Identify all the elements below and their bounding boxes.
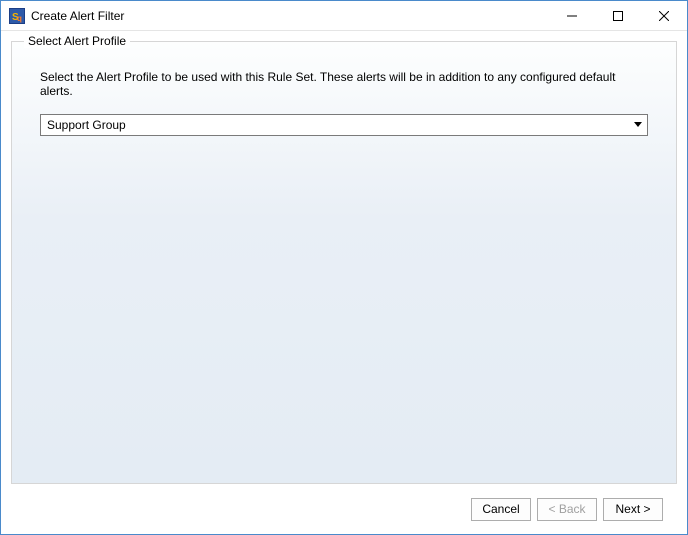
select-alert-profile-group: Select Alert Profile Select the Alert Pr… <box>11 41 677 484</box>
svg-text:q: q <box>17 14 22 23</box>
content-area: Select Alert Profile Select the Alert Pr… <box>1 31 687 534</box>
alert-profile-selected-value: Support Group <box>47 118 633 132</box>
minimize-button[interactable] <box>549 1 595 31</box>
instruction-text: Select the Alert Profile to be used with… <box>40 70 648 98</box>
next-button-label: Next > <box>615 502 650 516</box>
next-button[interactable]: Next > <box>603 498 663 521</box>
titlebar: S q Create Alert Filter <box>1 1 687 31</box>
back-button-label: < Back <box>548 502 585 516</box>
group-legend: Select Alert Profile <box>24 34 130 48</box>
window-title: Create Alert Filter <box>31 9 124 23</box>
dialog-window: S q Create Alert Filter Select Alert Pro… <box>0 0 688 535</box>
maximize-button[interactable] <box>595 1 641 31</box>
alert-profile-select[interactable]: Support Group <box>40 114 648 136</box>
cancel-button[interactable]: Cancel <box>471 498 531 521</box>
close-button[interactable] <box>641 1 687 31</box>
dropdown-caret-icon <box>633 122 643 128</box>
back-button: < Back <box>537 498 597 521</box>
cancel-button-label: Cancel <box>482 502 519 516</box>
app-icon: S q <box>9 8 25 24</box>
wizard-footer: Cancel < Back Next > <box>11 484 677 534</box>
